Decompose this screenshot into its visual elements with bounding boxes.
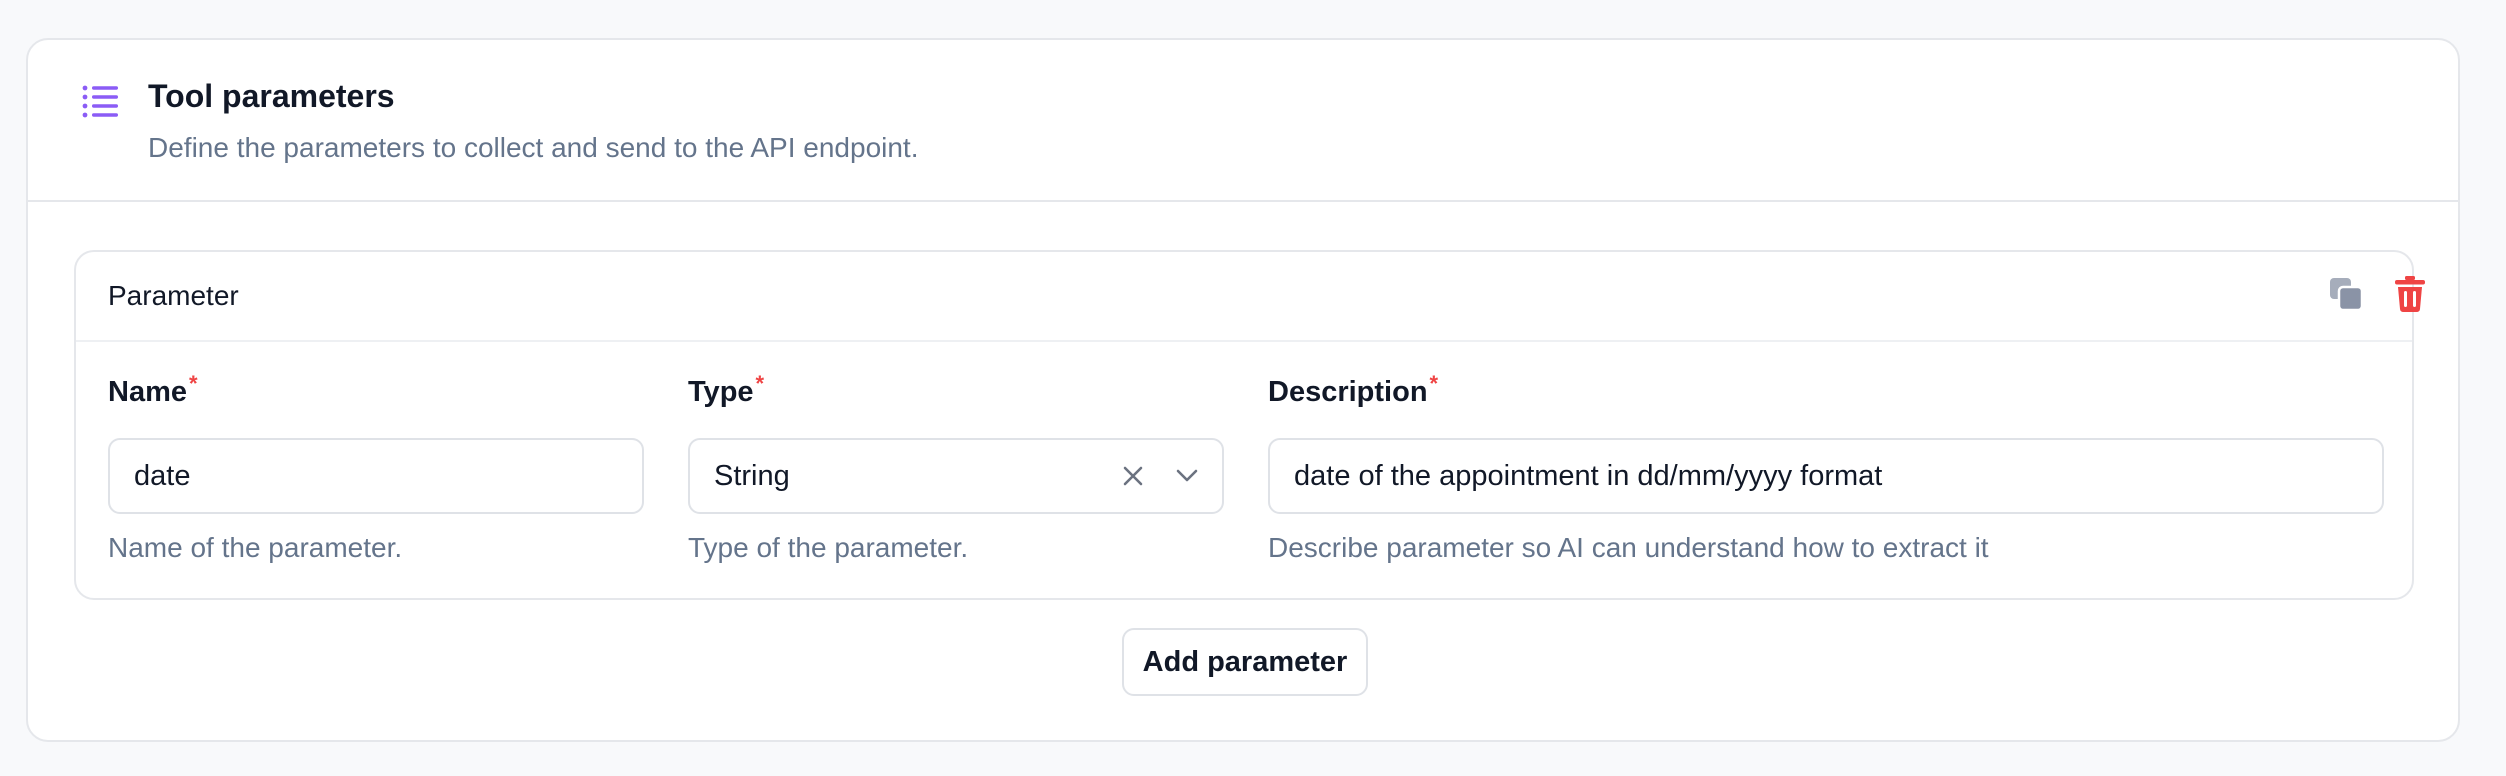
- tool-parameters-card: Tool parameters Define the parameters to…: [26, 38, 2460, 742]
- name-help-text: Name of the parameter.: [108, 532, 403, 563]
- description-label: Description*: [1268, 371, 1439, 408]
- delete-parameter-button[interactable]: [2390, 275, 2430, 318]
- name-input[interactable]: date: [108, 438, 644, 514]
- clear-icon[interactable]: [1116, 458, 1150, 494]
- description-help-text: Describe parameter so AI can understand …: [1268, 532, 1989, 563]
- copy-parameter-button[interactable]: [2326, 276, 2366, 316]
- chevron-down-icon[interactable]: [1170, 458, 1204, 494]
- type-label: Type*: [688, 371, 765, 408]
- type-select[interactable]: String: [688, 438, 1224, 514]
- name-input-value: date: [134, 459, 191, 492]
- trash-icon: [2394, 275, 2426, 318]
- list-icon: [80, 80, 120, 120]
- parameter-header: Parameter: [76, 252, 2425, 342]
- parameter-panel: Parameter Name* date Name of the paramet…: [74, 250, 2425, 600]
- section-title: Tool parameters: [148, 78, 395, 114]
- name-label: Name*: [108, 371, 198, 408]
- copy-icon: [2328, 276, 2364, 317]
- required-marker: *: [189, 371, 198, 396]
- required-marker: *: [1429, 371, 1439, 396]
- card-header: Tool parameters Define the parameters to…: [28, 40, 2458, 202]
- description-input[interactable]: date of the appointment in dd/mm/yyyy fo…: [1268, 438, 2384, 514]
- add-parameter-button[interactable]: Add parameter: [1122, 628, 1368, 696]
- type-help-text: Type of the parameter.: [688, 532, 969, 563]
- type-select-value: String: [714, 459, 790, 492]
- required-marker: *: [755, 371, 765, 396]
- description-input-value: date of the appointment in dd/mm/yyyy fo…: [1294, 459, 1883, 492]
- parameter-title: Parameter: [108, 280, 239, 311]
- section-description: Define the parameters to collect and sen…: [148, 132, 919, 163]
